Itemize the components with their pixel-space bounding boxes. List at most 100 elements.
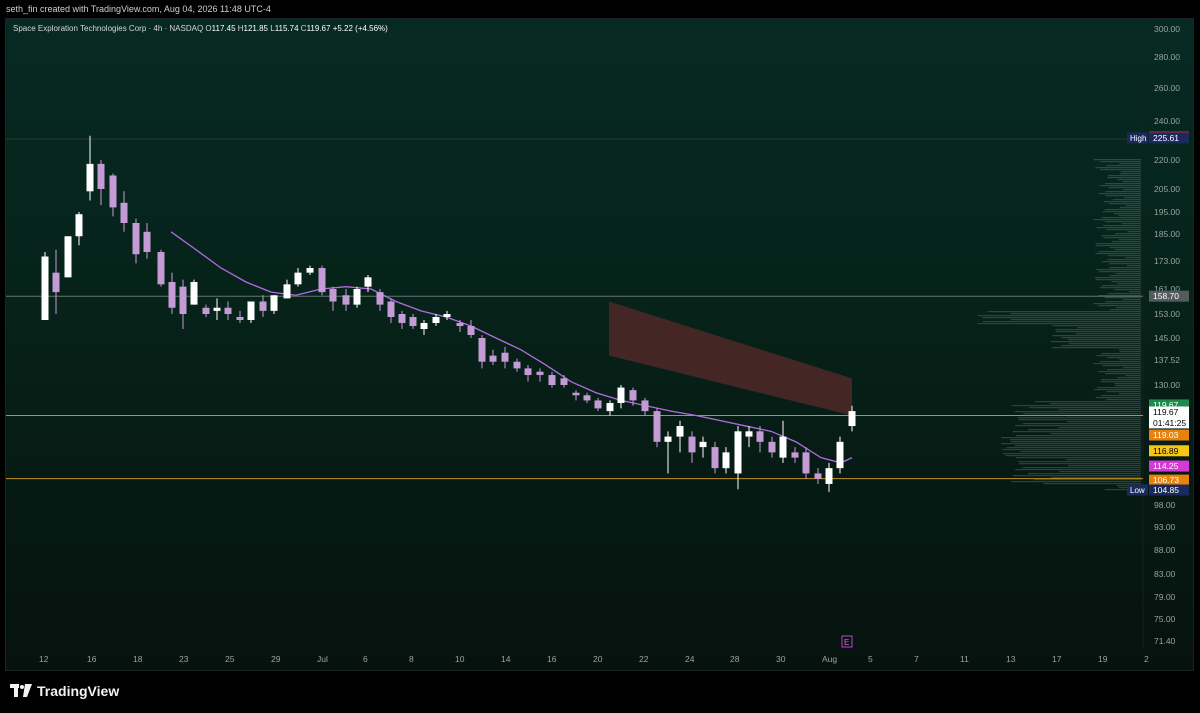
- candle-body[interactable]: [814, 473, 822, 479]
- candle-body[interactable]: [132, 223, 140, 255]
- volume-profile-bar: [1097, 305, 1141, 307]
- candle-body[interactable]: [213, 307, 221, 311]
- candle-body[interactable]: [86, 163, 94, 192]
- legend-high: 121.85: [243, 24, 268, 33]
- candle-body[interactable]: [52, 272, 60, 293]
- candle-body[interactable]: [560, 378, 568, 385]
- candle-body[interactable]: [190, 282, 198, 305]
- candle-body[interactable]: [294, 272, 302, 285]
- candle-body[interactable]: [594, 400, 602, 409]
- candle-body[interactable]: [802, 452, 810, 474]
- candle-body[interactable]: [548, 375, 556, 385]
- candle-body[interactable]: [653, 411, 661, 442]
- tradingview-logo[interactable]: TradingView: [10, 683, 119, 699]
- time-tick-label: 19: [1098, 654, 1108, 664]
- candle-body[interactable]: [745, 431, 753, 437]
- candle-body[interactable]: [64, 236, 72, 278]
- candle-body[interactable]: [524, 368, 532, 376]
- candle-body[interactable]: [168, 282, 176, 308]
- candle-body[interactable]: [432, 317, 440, 323]
- candle-body[interactable]: [791, 452, 799, 458]
- candle-body[interactable]: [376, 292, 384, 305]
- candle-body[interactable]: [711, 447, 719, 469]
- time-tick-label: 29: [271, 654, 281, 664]
- candle-body[interactable]: [825, 468, 833, 484]
- volume-profile-bar: [1061, 337, 1141, 339]
- price-tick-label: 260.00: [1154, 83, 1180, 93]
- footer-bar: TradingView: [0, 671, 1200, 713]
- candle-body[interactable]: [202, 307, 210, 314]
- candle-body[interactable]: [259, 301, 267, 311]
- candle-body[interactable]: [75, 214, 83, 237]
- candle-body[interactable]: [734, 431, 742, 474]
- candle-body[interactable]: [143, 231, 151, 252]
- candle-body[interactable]: [420, 323, 428, 329]
- chart-area[interactable]: 300.00 280.00 260.00 240.00 220.00 205.00 195.…: [5, 18, 1194, 671]
- candle-body[interactable]: [329, 289, 337, 302]
- candle-body[interactable]: [456, 323, 464, 326]
- volume-profile-bar: [1120, 171, 1141, 173]
- candle-body[interactable]: [318, 268, 326, 293]
- candle-body[interactable]: [536, 371, 544, 376]
- candle-body[interactable]: [501, 352, 509, 362]
- time-tick-label: 25: [225, 654, 235, 664]
- candle-body[interactable]: [109, 175, 117, 208]
- candle-body[interactable]: [120, 202, 128, 223]
- candle-body[interactable]: [387, 301, 395, 318]
- candle-body[interactable]: [629, 390, 637, 401]
- volume-profile-bar: [1099, 271, 1141, 273]
- volume-profile-bar: [1104, 209, 1141, 211]
- volume-profile-bar: [1121, 223, 1141, 225]
- candle-body[interactable]: [756, 431, 764, 442]
- volume-profile-bar: [1127, 231, 1141, 233]
- candle-body[interactable]: [398, 314, 406, 323]
- candle-body[interactable]: [513, 361, 521, 369]
- candle-body[interactable]: [236, 317, 244, 320]
- volume-profile-bar: [1093, 159, 1141, 161]
- candle-body[interactable]: [606, 403, 614, 412]
- time-tick-label: 20: [593, 654, 603, 664]
- price-tag-text: High: [1130, 134, 1146, 143]
- candle-body[interactable]: [617, 387, 625, 403]
- volume-profile-bar: [1101, 395, 1141, 397]
- candle-body[interactable]: [247, 301, 255, 321]
- candle-body[interactable]: [41, 256, 49, 321]
- candle-body[interactable]: [848, 411, 856, 427]
- candle-body[interactable]: [641, 400, 649, 412]
- candle-body[interactable]: [443, 314, 451, 317]
- candle-body[interactable]: [572, 392, 580, 396]
- volume-profile-bar: [1110, 309, 1141, 311]
- candle-body[interactable]: [779, 436, 787, 458]
- candle-body[interactable]: [157, 252, 165, 285]
- candle-body[interactable]: [699, 441, 707, 448]
- candle-body[interactable]: [478, 338, 486, 362]
- volume-profile-bar: [1049, 403, 1141, 405]
- candle-body[interactable]: [768, 441, 776, 453]
- candle-body[interactable]: [353, 289, 361, 305]
- candle-body[interactable]: [664, 436, 672, 442]
- volume-profile-bar: [1005, 455, 1141, 457]
- candle-body[interactable]: [342, 295, 350, 305]
- volume-profile-bar: [1096, 355, 1141, 357]
- candle-body[interactable]: [97, 163, 105, 189]
- candle-body[interactable]: [722, 452, 730, 469]
- candle-body[interactable]: [676, 426, 684, 437]
- candle-body[interactable]: [467, 326, 475, 335]
- volume-profile-bar: [1022, 423, 1141, 425]
- candle-body[interactable]: [364, 277, 372, 287]
- price-label-text: 119.03: [1153, 430, 1179, 440]
- volume-profile-bar: [1107, 293, 1141, 295]
- candle-body[interactable]: [306, 268, 314, 273]
- candle-body[interactable]: [270, 295, 278, 311]
- chart-svg[interactable]: 300.00 280.00 260.00 240.00 220.00 205.00 195.…: [6, 19, 1193, 670]
- volume-profile-bar: [1123, 367, 1141, 369]
- candle-body[interactable]: [489, 355, 497, 362]
- candle-body[interactable]: [283, 284, 291, 299]
- candle-body[interactable]: [224, 307, 232, 314]
- candle-body[interactable]: [688, 436, 696, 453]
- candle-body[interactable]: [409, 317, 417, 326]
- time-tick-label: 28: [730, 654, 740, 664]
- candle-body[interactable]: [179, 286, 187, 314]
- candle-body[interactable]: [583, 395, 591, 401]
- candle-body[interactable]: [836, 441, 844, 469]
